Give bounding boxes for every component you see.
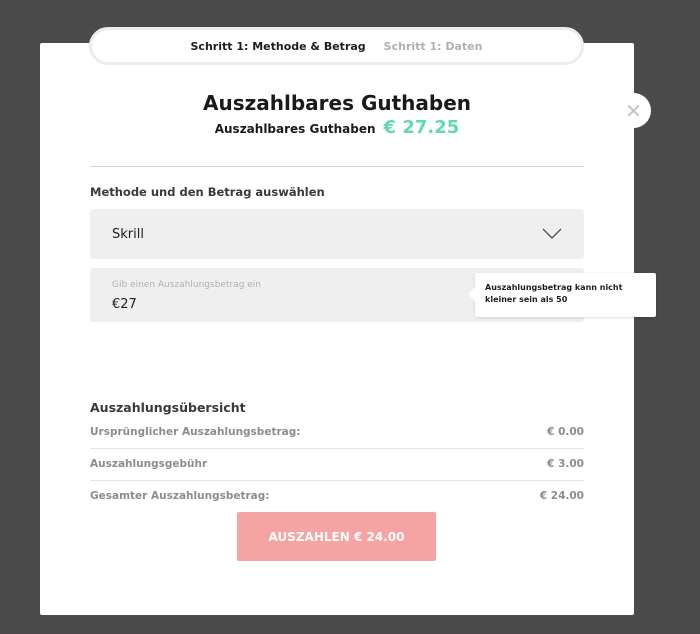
- step-method-amount[interactable]: Schritt 1: Methode & Betrag: [191, 40, 366, 53]
- summary-row-label: Gesamter Auszahlungsbetrag:: [90, 490, 270, 502]
- header-divider: [90, 166, 584, 167]
- balance-row: Auszahlbares Guthaben € 27.25: [40, 117, 634, 138]
- summary-row-value: € 24.00: [539, 490, 584, 502]
- balance-label: Auszahlbares Guthaben: [214, 122, 376, 136]
- summary-row-value: € 0.00: [547, 426, 584, 438]
- chevron-down-icon: [542, 228, 562, 239]
- close-button[interactable]: ✕: [616, 93, 651, 128]
- summary-row-original: Ursprünglicher Auszahlungsbetrag: € 0.00: [90, 426, 584, 438]
- summary-divider: [90, 448, 584, 449]
- page-title: Auszahlbares Guthaben: [202, 91, 472, 115]
- payment-method-value: Skrill: [112, 226, 144, 242]
- payout-button[interactable]: AUSZAHLEN € 24.00: [237, 512, 436, 561]
- summary-row-label: Auszahlungsgebühr: [90, 458, 208, 470]
- stepper: Schritt 1: Methode & Betrag Schritt 1: D…: [89, 27, 584, 65]
- amount-input[interactable]: [112, 294, 412, 314]
- balance-value: € 27.25: [383, 117, 460, 138]
- step-data[interactable]: Schritt 1: Daten: [384, 40, 483, 53]
- amount-label: Gib einen Auszahlungsbetrag ein: [112, 280, 262, 290]
- close-icon: ✕: [625, 98, 642, 123]
- summary-title: Auszahlungsübersicht: [90, 400, 246, 415]
- summary-row-value: € 3.00: [547, 458, 584, 470]
- summary-row-total: Gesamter Auszahlungsbetrag: € 24.00: [90, 490, 584, 502]
- summary-row-label: Ursprünglicher Auszahlungsbetrag:: [90, 426, 301, 438]
- summary-row-fee: Auszahlungsgebühr € 3.00: [90, 458, 584, 470]
- validation-tooltip: Auszahlungsbetrag kann nicht kleiner sei…: [468, 273, 656, 317]
- payment-method-select[interactable]: Skrill: [90, 209, 584, 259]
- summary-divider: [90, 480, 584, 481]
- method-section-label: Methode und den Betrag auswählen: [90, 185, 325, 199]
